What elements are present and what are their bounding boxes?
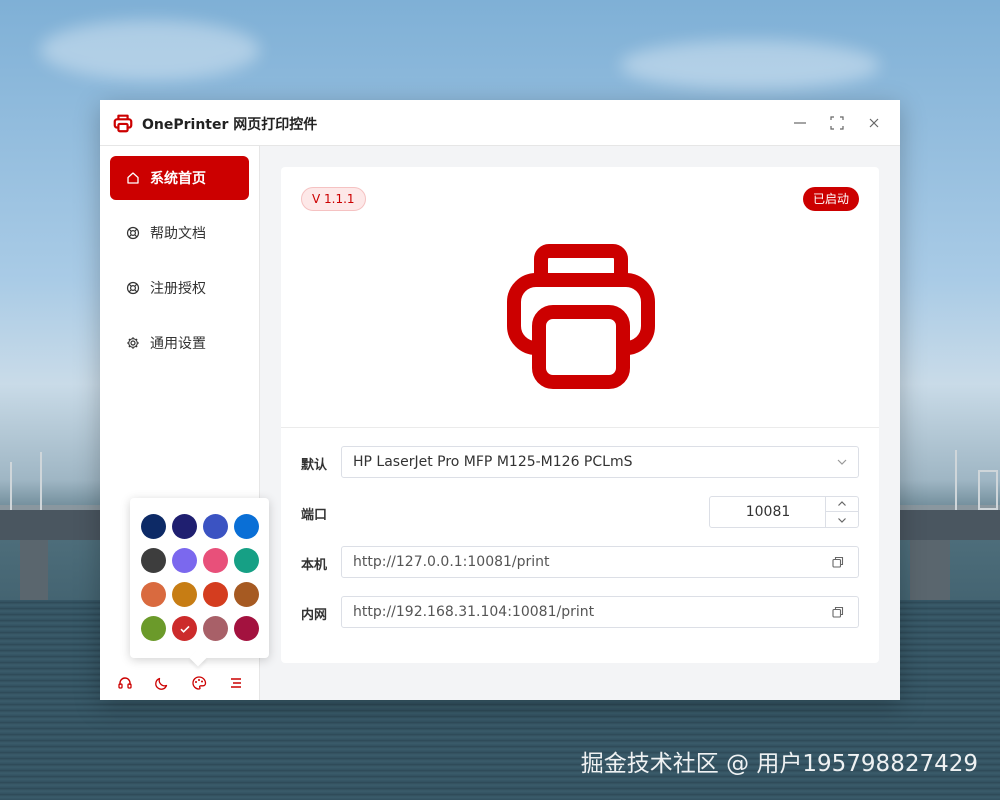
- theme-color-swatch[interactable]: [141, 548, 166, 573]
- chevron-up-icon: [838, 501, 846, 506]
- lifebuoy-icon: [126, 281, 140, 295]
- theme-color-swatch[interactable]: [172, 514, 197, 539]
- minimize-button[interactable]: [787, 110, 813, 136]
- theme-color-swatch[interactable]: [141, 514, 166, 539]
- check-icon: [179, 625, 190, 633]
- theme-color-popover: [130, 498, 269, 658]
- palette-icon: [191, 676, 206, 690]
- background-tower: [978, 470, 998, 510]
- status-badge: 已启动: [802, 187, 859, 211]
- menu-button[interactable]: [225, 672, 247, 694]
- dark-mode-button[interactable]: [151, 672, 173, 694]
- local-url-label: 本机: [301, 558, 328, 573]
- stepper-buttons: [825, 497, 858, 527]
- chevron-down-icon: [838, 517, 846, 523]
- sidebar-item-label: 系统首页: [150, 171, 206, 187]
- chevron-down-icon: [837, 459, 847, 465]
- theme-color-swatch[interactable]: [172, 548, 197, 573]
- moon-icon: [154, 677, 167, 690]
- local-url-field[interactable]: http://127.0.0.1:10081/print: [341, 546, 859, 578]
- theme-color-swatch[interactable]: [203, 616, 228, 641]
- sidebar-item-help-docs[interactable]: 帮助文档: [110, 211, 249, 255]
- headset-icon: [117, 677, 132, 689]
- watermark: 掘金技术社区 @ 用户195798827429: [580, 751, 978, 777]
- menu-icon: [230, 678, 241, 688]
- sidebar-item-label: 通用设置: [150, 336, 206, 352]
- printer-icon: [507, 244, 655, 389]
- background-cloud: [620, 40, 880, 90]
- sidebar-bottom-bar: [100, 666, 260, 700]
- theme-color-swatch[interactable]: [234, 616, 259, 641]
- theme-color-swatch[interactable]: [234, 582, 259, 607]
- local-url-value: http://127.0.0.1:10081/print: [353, 554, 550, 570]
- copy-icon[interactable]: [832, 556, 844, 568]
- section-divider: [281, 427, 879, 428]
- theme-color-swatch[interactable]: [141, 616, 166, 641]
- theme-color-swatch[interactable]: [234, 514, 259, 539]
- theme-color-swatch[interactable]: [172, 616, 197, 641]
- sidebar-item-home[interactable]: 系统首页: [110, 156, 249, 200]
- lan-url-label: 内网: [301, 608, 328, 623]
- minimize-icon: [794, 122, 806, 124]
- theme-color-swatch[interactable]: [172, 582, 197, 607]
- maximize-button[interactable]: [824, 110, 850, 136]
- background-cloud: [40, 20, 260, 80]
- theme-color-swatch[interactable]: [203, 582, 228, 607]
- lifebuoy-icon: [126, 226, 140, 240]
- copy-icon[interactable]: [832, 606, 844, 618]
- printer-select-value: HP LaserJet Pro MFP M125-M126 PCLmS: [353, 454, 633, 470]
- close-button[interactable]: [861, 110, 887, 136]
- main-panel: V 1.1.1 已启动 默认 HP LaserJet Pro MFP M125-…: [281, 167, 879, 663]
- sidebar-item-label: 帮助文档: [150, 226, 206, 242]
- background-lamp: [10, 462, 12, 510]
- lan-url-value: http://192.168.31.104:10081/print: [353, 604, 595, 620]
- home-icon: [126, 171, 140, 185]
- theme-color-swatch[interactable]: [203, 548, 228, 573]
- port-input[interactable]: 10081: [710, 497, 826, 527]
- theme-color-swatch[interactable]: [234, 548, 259, 573]
- background-lamp: [40, 452, 42, 510]
- sidebar-item-license[interactable]: 注册授权: [110, 266, 249, 310]
- printer-select[interactable]: HP LaserJet Pro MFP M125-M126 PCLmS: [341, 446, 859, 478]
- maximize-icon: [830, 116, 844, 130]
- sidebar-item-settings[interactable]: 通用设置: [110, 321, 249, 365]
- printer-label: 默认: [301, 458, 328, 473]
- title-bar: OnePrinter 网页打印控件: [100, 100, 900, 146]
- close-icon: [869, 118, 879, 128]
- gear-icon: [126, 336, 140, 350]
- port-increment-button[interactable]: [826, 497, 858, 512]
- theme-color-swatch[interactable]: [141, 582, 166, 607]
- lan-url-field[interactable]: http://192.168.31.104:10081/print: [341, 596, 859, 628]
- port-decrement-button[interactable]: [826, 512, 858, 527]
- theme-button[interactable]: [188, 672, 210, 694]
- support-button[interactable]: [114, 672, 136, 694]
- port-label: 端口: [301, 508, 328, 523]
- port-stepper[interactable]: 10081: [709, 496, 859, 528]
- printer-logo-icon: [113, 114, 133, 133]
- theme-color-swatch[interactable]: [203, 514, 228, 539]
- sidebar-item-label: 注册授权: [150, 281, 206, 297]
- background-lamp: [955, 450, 957, 510]
- window-title: OnePrinter 网页打印控件: [142, 117, 318, 133]
- version-tag: V 1.1.1: [301, 187, 366, 211]
